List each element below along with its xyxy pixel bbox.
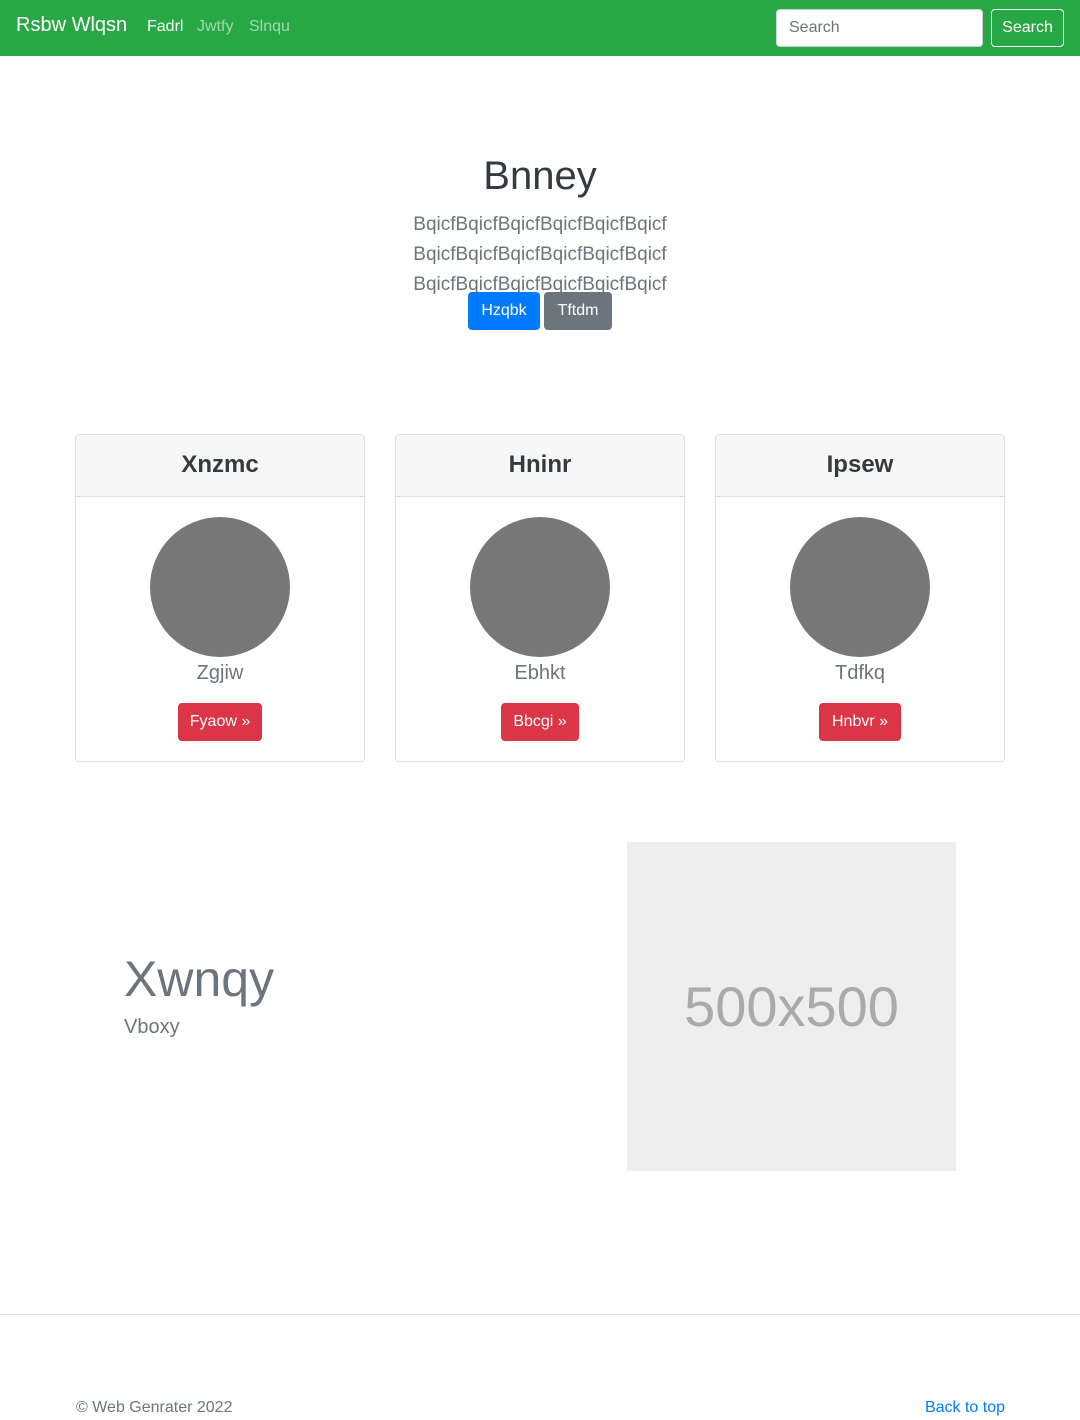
nav-link-slnqu[interactable]: Slnqu — [249, 18, 290, 36]
card-name: Tdfkq — [834, 662, 886, 684]
footer-divider — [0, 1314, 1080, 1315]
navbar: Rsbw Wlqsn Fadrl Jwtfy Slnqu Search — [0, 0, 1080, 56]
feature-subtitle: Vboxy — [124, 1016, 180, 1038]
card-button-bbcgi[interactable]: Bbcgi » — [501, 703, 579, 741]
card-header: Hninr — [396, 435, 684, 497]
card-xnzmc: Xnzmc Zgjiw Fyaow » — [75, 434, 365, 762]
primary-button[interactable]: Hzqbk — [468, 292, 540, 330]
card-button-fyaow[interactable]: Fyaow » — [178, 703, 262, 741]
nav-link-jwtfy[interactable]: Jwtfy — [197, 18, 233, 36]
avatar — [470, 517, 610, 657]
search-input[interactable] — [776, 9, 983, 47]
hero-lead: BqicfBqicfBqicfBqicfBqicfBqicf BqicfBqic… — [413, 214, 667, 295]
search-button[interactable]: Search — [991, 9, 1064, 47]
card-button-hnbvr[interactable]: Hnbvr » — [819, 703, 901, 741]
hero-title: Bnney — [483, 154, 597, 198]
avatar — [150, 517, 290, 657]
secondary-button[interactable]: Tftdm — [544, 292, 612, 330]
footer-copyright: © Web Genrater 2022 — [76, 1399, 233, 1416]
card-ipsew: Ipsew Tdfkq Hnbvr » — [715, 434, 1005, 762]
placeholder-label: 500x500 — [684, 975, 899, 1038]
avatar — [790, 517, 930, 657]
card-name: Ebhkt — [514, 662, 566, 684]
brand-link[interactable]: Rsbw Wlqsn — [16, 14, 127, 37]
feature-title: Xwnqy — [124, 951, 275, 1007]
card-header: Xnzmc — [76, 435, 364, 497]
placeholder-image: 500x500 — [627, 842, 956, 1171]
back-to-top-link[interactable]: Back to top — [925, 1399, 1005, 1417]
card-name: Zgjiw — [196, 662, 244, 684]
card-header: Ipsew — [716, 435, 1004, 497]
card-hninr: Hninr Ebhkt Bbcgi » — [395, 434, 685, 762]
nav-link-fadrl[interactable]: Fadrl — [147, 18, 183, 36]
